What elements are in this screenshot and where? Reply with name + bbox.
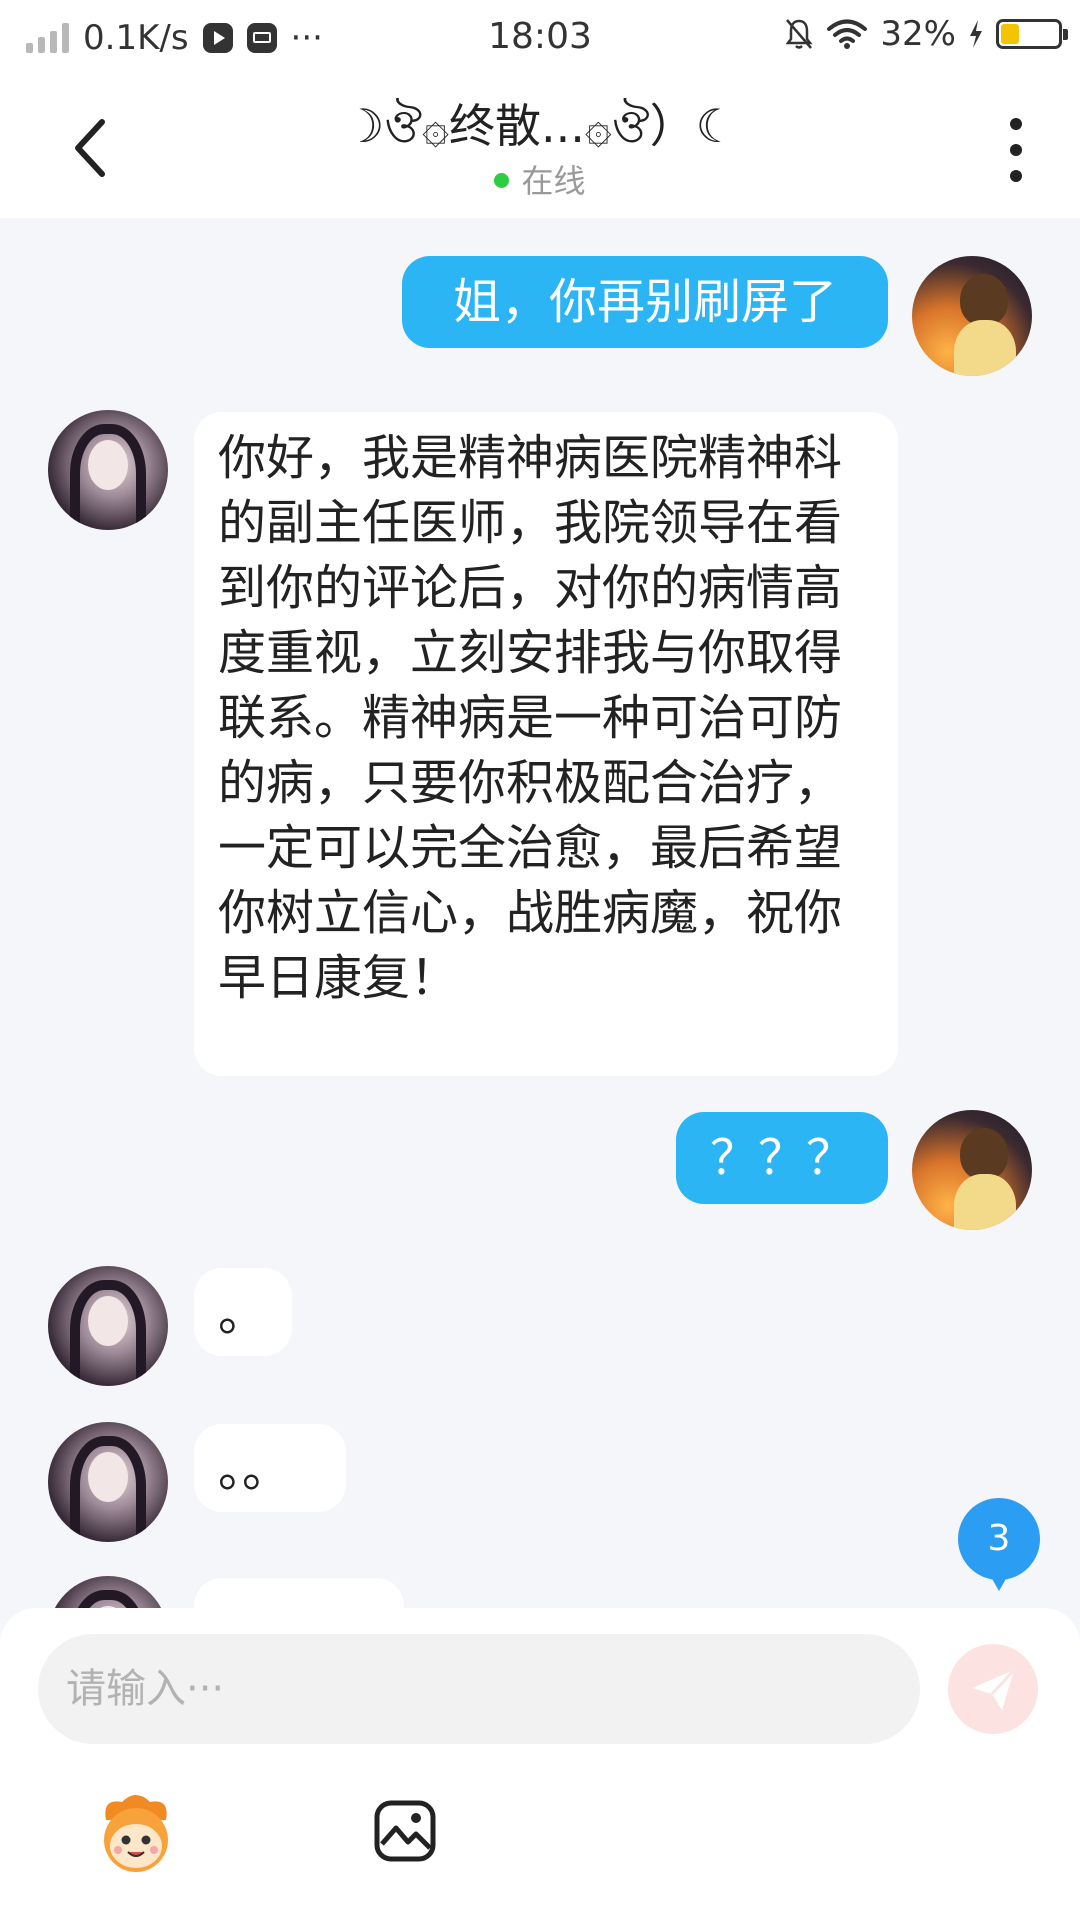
message-bubble[interactable]: 。 xyxy=(194,1268,292,1356)
wifi-icon xyxy=(827,19,868,49)
message-bubble[interactable]: ？？？ xyxy=(676,1112,888,1204)
message-bubble[interactable]: 你好，我是精神病医院精神科的副主任医师，我院领导在看到你的评论后，对你的病情高度… xyxy=(194,412,898,1076)
my-avatar[interactable] xyxy=(912,256,1032,376)
mute-bell-icon xyxy=(785,19,813,49)
online-status-label: 在线 xyxy=(521,162,586,200)
contact-avatar[interactable] xyxy=(48,1266,168,1386)
more-vertical-icon xyxy=(1010,118,1022,182)
message-bubble[interactable] xyxy=(194,1578,404,1608)
charging-icon xyxy=(970,20,982,48)
message-bubble[interactable]: 。。 xyxy=(194,1424,346,1512)
input-panel xyxy=(0,1608,1080,1920)
send-icon xyxy=(972,1668,1016,1710)
battery-icon xyxy=(996,19,1068,49)
contact-avatar[interactable] xyxy=(48,1576,168,1608)
status-bar: 0.1K/s ··· 18:03 32% xyxy=(0,0,1080,76)
battery-level xyxy=(1001,24,1019,44)
my-avatar[interactable] xyxy=(912,1110,1032,1230)
emoji-button[interactable] xyxy=(92,1790,180,1878)
emoji-icon xyxy=(104,1795,168,1872)
online-dot xyxy=(494,173,510,188)
message-bubble[interactable]: 姐，你再别刷屏了 xyxy=(402,256,888,348)
chat-header: ☽ঔ۞终散...۞ঔ）☾ 在线 xyxy=(0,76,1080,218)
message-list[interactable]: 姐，你再别刷屏了 你好，我是精神病医院精神科的副主任医师，我院领导在看到你的评论… xyxy=(0,218,1080,1608)
contact-avatar[interactable] xyxy=(48,1422,168,1542)
send-button[interactable] xyxy=(948,1644,1038,1734)
unread-count-badge[interactable]: 3 xyxy=(958,1498,1040,1591)
battery-percent: 32% xyxy=(880,14,956,54)
message-input[interactable] xyxy=(38,1634,920,1744)
image-button[interactable] xyxy=(372,1798,438,1864)
image-icon xyxy=(374,1800,436,1862)
online-status: 在线 xyxy=(0,156,1080,202)
contact-avatar[interactable] xyxy=(48,410,168,530)
more-button[interactable] xyxy=(986,110,1046,190)
